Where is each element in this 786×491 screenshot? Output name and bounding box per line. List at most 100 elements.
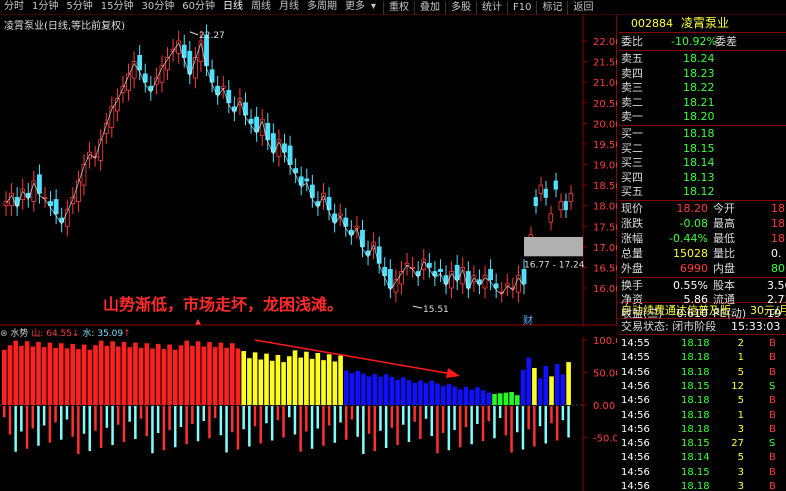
sell-price: 18.23 <box>683 66 715 80</box>
indicator-neg-bar <box>356 406 359 437</box>
sell-row-3[interactable]: 卖二 18.21 <box>619 95 786 110</box>
stat-value: 18.20 <box>676 202 709 215</box>
tick-row-5[interactable]: 14:56 18.18 1 B <box>619 408 786 423</box>
stat-row-4[interactable]: 外盘 6990 内盘 80 <box>619 261 786 276</box>
indicator-neg-bar <box>259 406 262 444</box>
stat2-row-2[interactable]: 收益(三) 0.610 PE(动) 19 <box>619 306 786 321</box>
sell-row-0[interactable]: 卖五 18.24 <box>619 51 786 66</box>
stat2-row-1[interactable]: 净资 5.86 流通 2.73 <box>619 292 786 307</box>
stat2-value-2: 2.73 <box>767 293 786 306</box>
tick-row-0[interactable]: 14:55 18.18 2 B <box>619 336 786 351</box>
period-tab-5[interactable]: 60分钟 <box>178 0 219 14</box>
tick-price: 18.18 <box>681 409 710 421</box>
toolbar-button-0[interactable]: 重权 <box>383 0 414 15</box>
tick-row-9[interactable]: 14:56 18.15 3 B <box>619 465 786 480</box>
indicator-neg-bar <box>533 406 536 447</box>
sell-row-4[interactable]: 卖一 18.20 <box>619 109 786 124</box>
trade-state-row: 交易状态: 闭市阶段 15:33:03 <box>619 319 786 334</box>
toolbar-button-2[interactable]: 多股 <box>445 0 476 15</box>
tick-row-7[interactable]: 14:56 18.15 27 S <box>619 436 786 451</box>
tick-row-8[interactable]: 14:56 18.14 5 B <box>619 450 786 465</box>
period-tab-4[interactable]: 30分钟 <box>137 0 178 14</box>
stat-value-2: 18 <box>771 217 785 230</box>
indicator-neg-bar <box>453 406 456 430</box>
sell-price: 18.21 <box>683 95 715 109</box>
price-label: 18.50 <box>593 181 617 192</box>
indicator-neg-bar <box>487 406 490 421</box>
indicator-neg-bar <box>105 406 109 428</box>
tick-price: 18.18 <box>681 338 710 349</box>
indicator-bar <box>366 376 372 405</box>
buy-row-1[interactable]: 买二 18.15 <box>619 141 786 156</box>
price-label: 21.00 <box>593 78 617 89</box>
period-tab-8[interactable]: 月线 <box>275 0 303 14</box>
tick-direction: B <box>769 409 776 421</box>
tick-row-1[interactable]: 14:55 18.18 1 B <box>619 350 786 365</box>
stat-row-3[interactable]: 总量 15028 量比 0. <box>619 246 786 261</box>
indicator-neg-bar <box>71 406 74 437</box>
tick-row-10[interactable]: 14:56 18.18 3 B <box>619 479 786 491</box>
tick-row-6[interactable]: 14:56 18.18 3 B <box>619 422 786 437</box>
indicator-bar <box>264 353 269 405</box>
buy-row-4[interactable]: 买五 18.12 <box>619 184 786 199</box>
ma-line <box>5 41 525 295</box>
period-tab-3[interactable]: 15分钟 <box>97 0 138 14</box>
toolbar-button-4[interactable]: F10 <box>507 0 536 15</box>
buy-row-0[interactable]: 买一 18.18 <box>619 126 786 141</box>
sell-row-1[interactable]: 卖四 18.23 <box>619 66 786 81</box>
period-tab-7[interactable]: 周线 <box>247 0 275 14</box>
stat-label-2: 量比 <box>713 247 735 260</box>
toolbar-button-3[interactable]: 统计 <box>476 0 507 15</box>
tick-direction: B <box>769 352 776 364</box>
indicator-bar <box>167 344 172 405</box>
indicator-bar <box>537 378 543 405</box>
sell-row-2[interactable]: 卖三 18.22 <box>619 80 786 95</box>
tick-price: 18.18 <box>681 366 710 378</box>
tick-row-2[interactable]: 14:56 18.18 5 B <box>619 365 786 380</box>
period-tab-1[interactable]: 1分钟 <box>28 0 62 14</box>
toolbar-right-group: 重权 叠加 多股 统计 F10 标记 返回 <box>383 0 598 15</box>
candle-body <box>454 264 460 281</box>
indicator-neg-bar <box>48 406 52 443</box>
tick-volume: 3 <box>737 466 744 478</box>
stat-row-2[interactable]: 涨幅 -0.44% 最低 18 <box>619 231 786 246</box>
indicator-neg-bar <box>561 406 565 421</box>
weicha-label: 委差 <box>715 35 737 48</box>
period-tab-2[interactable]: 5分钟 <box>62 0 96 14</box>
stat-row-1[interactable]: 涨跌 -0.08 最高 18 <box>619 216 786 231</box>
indicator-chart[interactable]: 100.00 50.00 0.00 -50.00 <box>0 337 617 491</box>
stat2-row-0[interactable]: 换手 0.55% 股本 3.56 <box>619 278 786 293</box>
indicator-bar <box>520 369 526 405</box>
toolbar-button-5[interactable]: 标记 <box>536 0 567 15</box>
low-marker-label: 15.51 <box>423 305 449 315</box>
stat2-value: 5.86 <box>683 293 709 306</box>
buy-row-3[interactable]: 买四 18.13 <box>619 170 786 185</box>
period-tab-10[interactable]: 更多 <box>341 0 369 14</box>
buy-row-2[interactable]: 买三 18.14 <box>619 155 786 170</box>
period-tab-6[interactable]: 日线 <box>219 0 247 14</box>
kline-chart[interactable]: 22.00 21.50 21.00 20.50 20.00 19.50 19.00 18.50… <box>0 15 617 326</box>
indicator-neg-bar <box>14 406 17 452</box>
buy-price: 18.15 <box>683 141 715 155</box>
tick-volume: 5 <box>737 366 744 378</box>
indicator-bar <box>435 383 440 405</box>
tick-row-3[interactable]: 14:56 18.15 12 S <box>619 379 786 394</box>
indicator-neg-bar <box>396 406 399 445</box>
period-tab-9[interactable]: 多周期 <box>303 0 341 14</box>
indicator-bar <box>349 373 355 405</box>
tick-price: 18.18 <box>681 395 710 407</box>
indicator-neg-bar <box>276 406 280 421</box>
indicator-neg-bar <box>538 406 542 427</box>
indicator-neg-bar <box>139 406 143 419</box>
more-dropdown-icon[interactable]: ▾ <box>369 0 378 14</box>
tick-price: 18.18 <box>681 352 710 364</box>
stat-row-0[interactable]: 现价 18.20 今开 18 <box>619 201 786 216</box>
tick-row-4[interactable]: 14:56 18.18 5 B <box>619 393 786 408</box>
stat-label: 涨幅 <box>621 232 643 245</box>
buy-label: 买一 <box>621 127 643 140</box>
indicator-neg-bar <box>77 406 80 454</box>
indicator-neg-bar <box>402 406 405 425</box>
period-tab-0[interactable]: 分时 <box>0 0 28 14</box>
toolbar-button-1[interactable]: 叠加 <box>414 0 445 15</box>
toolbar-button-6[interactable]: 返回 <box>567 0 598 15</box>
